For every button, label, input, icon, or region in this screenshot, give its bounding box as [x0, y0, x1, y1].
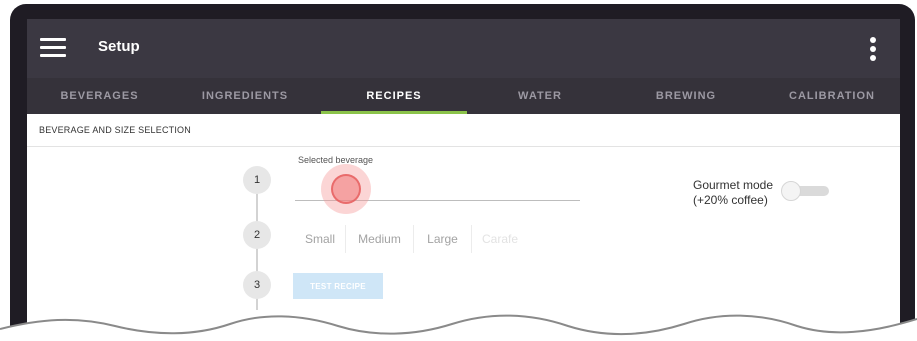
tab-beverages[interactable]: BEVERAGES [27, 78, 172, 114]
section-header: BEVERAGE AND SIZE SELECTION [27, 114, 900, 147]
tab-brewing[interactable]: BREWING [613, 78, 759, 114]
vertical-dots-icon[interactable] [863, 34, 883, 64]
step-1-indicator: 1 [243, 166, 271, 194]
size-small-button[interactable]: Small [295, 225, 346, 253]
size-large-button[interactable]: Large [414, 225, 472, 253]
gourmet-mode-subtitle: (+20% coffee) [693, 193, 768, 207]
app-title: Setup [98, 38, 140, 55]
tab-water[interactable]: WATER [467, 78, 613, 114]
size-carafe-button[interactable]: Carafe [472, 225, 528, 253]
gourmet-mode-label: Gourmet mode (+20% coffee) [693, 178, 773, 208]
screenshot-frame: Setup BEVERAGES INGREDIENTS RECIPES WATE… [0, 0, 917, 341]
gourmet-mode-title: Gourmet mode [693, 178, 774, 192]
step-2-indicator: 2 [243, 221, 271, 249]
tab-ingredients[interactable]: INGREDIENTS [172, 78, 318, 114]
app-screen: Setup BEVERAGES INGREDIENTS RECIPES WATE… [27, 19, 900, 341]
tab-bar: BEVERAGES INGREDIENTS RECIPES WATER BREW… [27, 78, 900, 114]
gourmet-mode-toggle[interactable] [781, 181, 831, 201]
tab-calibration[interactable]: CALIBRATION [759, 78, 900, 114]
hamburger-menu-icon[interactable] [40, 36, 66, 58]
size-medium-button[interactable]: Medium [346, 225, 414, 253]
test-recipe-button[interactable]: TEST RECIPE [293, 273, 383, 299]
app-bar: Setup [27, 19, 900, 78]
tab-recipes[interactable]: RECIPES [321, 78, 467, 114]
selected-beverage-label: Selected beverage [298, 155, 374, 165]
selected-beverage-field[interactable] [295, 171, 580, 201]
step-3-indicator: 3 [243, 271, 271, 299]
toggle-thumb[interactable] [781, 181, 801, 201]
section-title: BEVERAGE AND SIZE SELECTION [39, 125, 191, 135]
